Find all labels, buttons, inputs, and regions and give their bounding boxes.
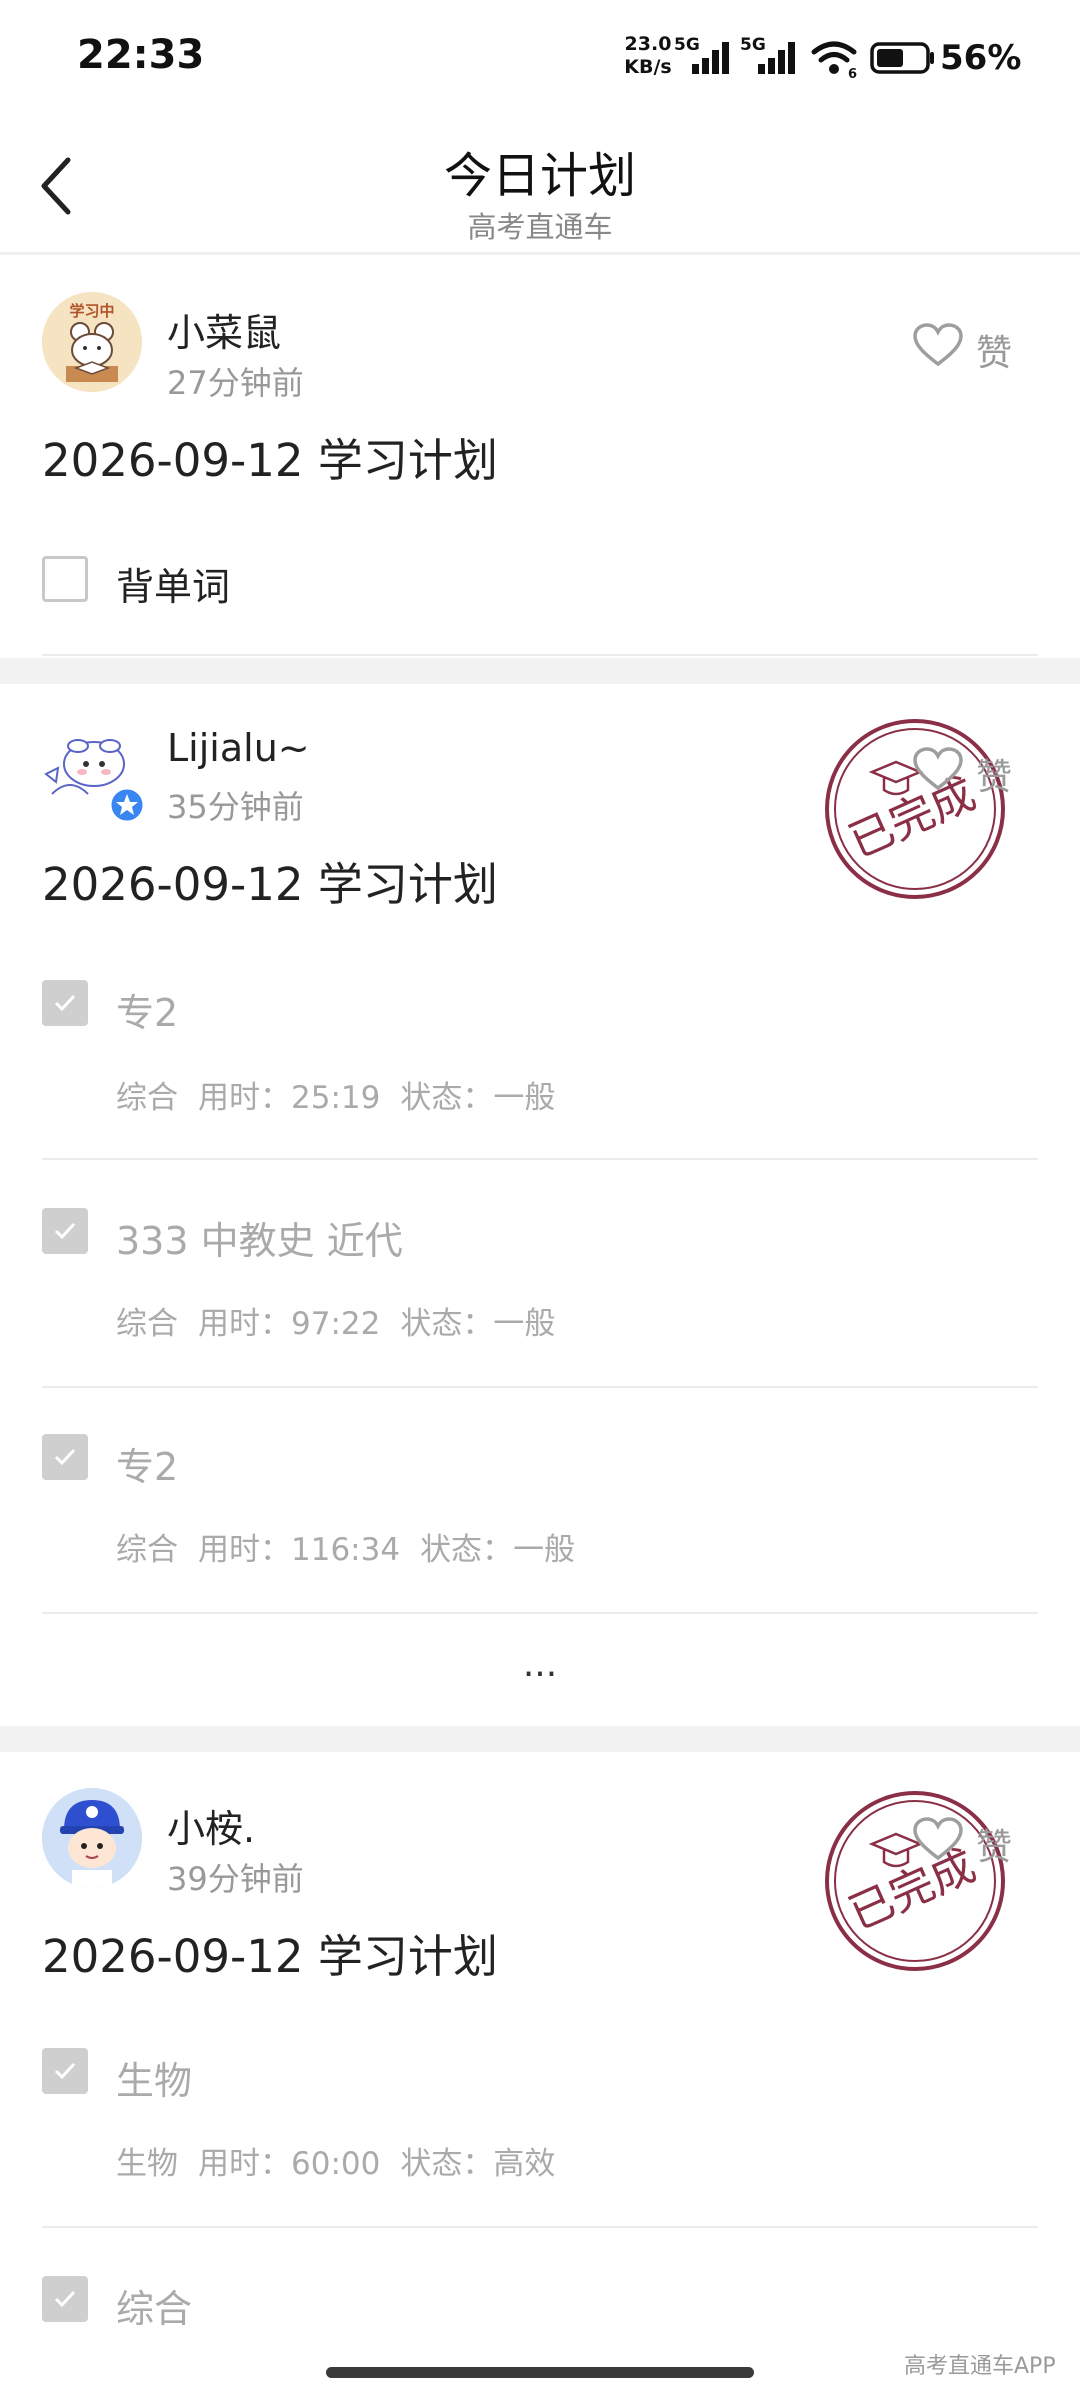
plan-card: 学习中 小菜鼠 27分钟前 赞 2026-09-12 学习计划 背单词	[0, 256, 1080, 656]
sim1-label: 5G	[674, 36, 700, 55]
task-time: 用时：116:34	[198, 1532, 401, 1568]
task-time: 用时：60:00	[198, 2146, 381, 2182]
heart-icon	[913, 323, 963, 367]
check-icon	[54, 1222, 76, 1240]
like-button[interactable]: 赞	[912, 1816, 1022, 1868]
task-name: 生物	[116, 2059, 193, 2103]
check-icon	[54, 1448, 76, 1466]
signal-icon-sim1: 5G	[674, 36, 729, 74]
task-checkbox[interactable]	[42, 1434, 88, 1480]
username[interactable]: Lijialu~	[167, 726, 310, 770]
task-checkbox[interactable]	[42, 980, 88, 1026]
divider	[42, 1612, 1038, 1614]
plan-title: 2026-09-12 学习计划	[42, 1930, 498, 1983]
task-subject: 生物	[116, 2146, 178, 2182]
task-meta: 综合 用时：116:34 状态：一般	[116, 1524, 595, 1569]
task-status: 状态：一般	[420, 1532, 576, 1568]
post-time: 27分钟前	[167, 364, 304, 402]
task-meta: 生物 用时：60:00 状态：高效	[116, 2138, 575, 2183]
heart-icon	[913, 1817, 963, 1861]
avatar[interactable]: 学习中	[42, 292, 142, 392]
task-subject: 综合	[116, 1532, 178, 1568]
task-checkbox[interactable]	[42, 1208, 88, 1254]
network-speed: 23.0 KB/s	[624, 33, 672, 79]
page-subtitle: 高考直通车	[467, 210, 613, 244]
divider	[42, 2226, 1038, 2228]
post-time: 39分钟前	[167, 1860, 304, 1898]
task-checkbox[interactable]	[42, 2276, 88, 2322]
username[interactable]: 小菜鼠	[167, 302, 281, 357]
wifi-icon: 6	[811, 41, 857, 80]
avatar-image: 学习中	[42, 292, 142, 392]
like-button[interactable]: 赞	[912, 322, 1022, 374]
task-subject: 综合	[116, 1306, 178, 1342]
home-indicator[interactable]	[326, 2367, 754, 2378]
battery-percent: 56%	[940, 38, 1022, 78]
avatar[interactable]	[42, 724, 146, 824]
plan-card: Lijialu~ 35分钟前 已完成 赞 2026-09-12 学习计划 专2 …	[0, 684, 1080, 1724]
task-subject: 综合	[116, 1080, 178, 1116]
task-checkbox[interactable]	[42, 556, 88, 602]
wifi-badge: 6	[848, 67, 857, 80]
check-icon	[54, 2062, 76, 2080]
heart-icon	[913, 747, 963, 791]
completed-stamp-icon: 已完成	[825, 719, 1005, 899]
plan-title: 2026-09-12 学习计划	[42, 434, 498, 487]
divider	[42, 1158, 1038, 1160]
task-name: 333 中教史 近代	[116, 1219, 403, 1263]
like-label: 赞	[976, 757, 1013, 798]
like-button[interactable]: 赞	[912, 746, 1022, 798]
check-icon	[54, 2290, 76, 2308]
page-title: 今日计划	[443, 148, 636, 204]
post-time: 35分钟前	[167, 788, 304, 826]
task-time: 用时：25:19	[198, 1080, 381, 1116]
nav-bar: 今日计划 高考直通车	[0, 120, 1080, 255]
completed-stamp-icon: 已完成	[825, 1791, 1005, 1971]
divider	[42, 654, 1038, 656]
verified-badge-icon	[108, 786, 146, 824]
task-status: 状态：高效	[400, 2146, 556, 2182]
sim2-label: 5G	[740, 36, 766, 55]
task-name: 专2	[116, 1445, 179, 1489]
task-checkbox[interactable]	[42, 2048, 88, 2094]
task-meta: 综合 用时：25:19 状态：一般	[116, 1072, 575, 1117]
net-speed-value: 23.0	[624, 33, 672, 55]
status-time: 22:33	[77, 32, 205, 78]
task-name: 专2	[116, 991, 179, 1035]
section-gap	[0, 1726, 1080, 1752]
check-icon	[54, 994, 76, 1012]
app-watermark: 高考直通车APP	[904, 2354, 1056, 2379]
divider	[42, 1386, 1038, 1388]
signal-icon-sim2: 5G	[740, 36, 795, 74]
task-meta: 综合 用时：97:22 状态：一般	[116, 1298, 575, 1343]
task-name: 背单词	[116, 565, 231, 609]
net-speed-unit: KB/s	[624, 56, 672, 78]
status-bar: 22:33 23.0 KB/s 5G 5G 6 56%	[0, 0, 1080, 120]
like-label: 赞	[976, 333, 1013, 374]
plan-card: 小桉. 39分钟前 已完成 赞 2026-09-12 学习计划 生物 生物 用时：…	[0, 1752, 1080, 2352]
avatar-image	[42, 1788, 142, 1888]
avatar-text: 学习中	[69, 302, 114, 320]
avatar[interactable]	[42, 1788, 142, 1888]
battery-icon	[870, 42, 934, 74]
like-label: 赞	[976, 1827, 1013, 1868]
task-status: 状态：一般	[400, 1080, 556, 1116]
task-name: 综合	[116, 2287, 193, 2331]
username[interactable]: 小桉.	[167, 1798, 255, 1853]
plan-title: 2026-09-12 学习计划	[42, 858, 498, 911]
task-status: 状态：一般	[400, 1306, 556, 1342]
show-more-button[interactable]: ...	[0, 1644, 1080, 1685]
task-time: 用时：97:22	[198, 1306, 381, 1342]
section-gap	[0, 658, 1080, 684]
